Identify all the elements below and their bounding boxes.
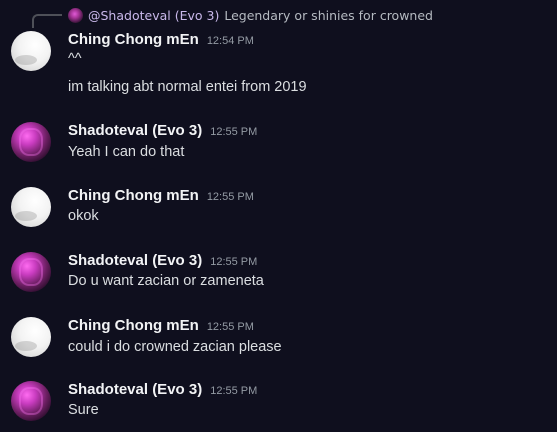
reply-author[interactable]: @Shadoteval (Evo 3)	[88, 8, 219, 23]
message-author[interactable]: Ching Chong mEn	[68, 187, 199, 204]
user-avatar[interactable]	[11, 187, 51, 227]
message-author[interactable]: Shadoteval (Evo 3)	[68, 381, 202, 398]
message-header: Shadoteval (Evo 3) 12:55 PM	[68, 252, 257, 269]
message-header: Ching Chong mEn 12:55 PM	[68, 187, 254, 204]
message-timestamp[interactable]: 12:55 PM	[207, 191, 254, 203]
user-avatar[interactable]	[11, 317, 51, 357]
user-avatar[interactable]	[11, 381, 51, 421]
message-text: Do u want zacian or zameneta	[68, 273, 264, 289]
message-author[interactable]: Shadoteval (Evo 3)	[68, 252, 202, 269]
message-text: could i do crowned zacian please	[68, 339, 282, 355]
message-header: Ching Chong mEn 12:55 PM	[68, 317, 254, 334]
message-timestamp[interactable]: 12:55 PM	[207, 321, 254, 333]
message-timestamp[interactable]: 12:54 PM	[207, 35, 254, 47]
reply-avatar[interactable]	[68, 7, 83, 23]
message-timestamp[interactable]: 12:55 PM	[210, 126, 257, 138]
message-timestamp[interactable]: 12:55 PM	[210, 256, 257, 268]
message-text: im talking abt normal entei from 2019	[68, 79, 307, 95]
reply-reference[interactable]: @Shadoteval (Evo 3) Legendary or shinies…	[68, 6, 433, 24]
user-avatar[interactable]	[11, 31, 51, 71]
message-header: Ching Chong mEn 12:54 PM	[68, 31, 254, 48]
message-author[interactable]: Shadoteval (Evo 3)	[68, 122, 202, 139]
message-header: Shadoteval (Evo 3) 12:55 PM	[68, 122, 257, 139]
user-avatar[interactable]	[11, 122, 51, 162]
chat-message-list: @Shadoteval (Evo 3) Legendary or shinies…	[0, 0, 557, 432]
message-text: Yeah I can do that	[68, 144, 185, 160]
message-text: okok	[68, 208, 99, 224]
message-timestamp[interactable]: 12:55 PM	[210, 385, 257, 397]
message-text: ^^	[68, 51, 82, 67]
message-header: Shadoteval (Evo 3) 12:55 PM	[68, 381, 257, 398]
message-author[interactable]: Ching Chong mEn	[68, 317, 199, 334]
reply-text[interactable]: Legendary or shinies for crowned	[224, 8, 433, 23]
message-author[interactable]: Ching Chong mEn	[68, 31, 199, 48]
reply-connector-line	[32, 14, 62, 28]
message-text: Sure	[68, 402, 99, 418]
user-avatar[interactable]	[11, 252, 51, 292]
